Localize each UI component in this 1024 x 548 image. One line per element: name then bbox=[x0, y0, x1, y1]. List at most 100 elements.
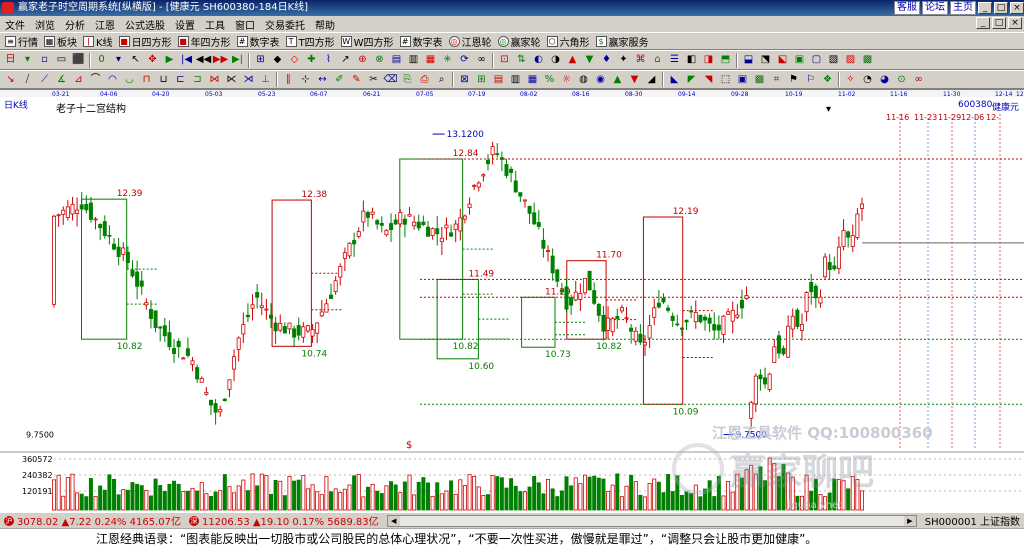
minimize-button[interactable]: _ bbox=[978, 2, 992, 14]
customer-service-link[interactable]: 客服 bbox=[894, 1, 920, 15]
play-icon[interactable]: ▶ bbox=[162, 53, 177, 68]
kline-button[interactable]: ǀ K线 bbox=[80, 33, 116, 49]
hatch-icon[interactable]: ▩ bbox=[860, 53, 875, 68]
menu-tools[interactable]: 工具 bbox=[200, 17, 230, 32]
split-icon[interactable]: ⬓ bbox=[741, 53, 756, 68]
corner-icon[interactable]: ◣ bbox=[667, 72, 682, 87]
copy-icon[interactable]: ⎘ bbox=[400, 72, 415, 87]
angle-icon[interactable]: ∡ bbox=[54, 72, 69, 87]
corner-icon[interactable]: ◢ bbox=[644, 72, 659, 87]
down-icon[interactable]: ▼ bbox=[627, 72, 642, 87]
frame-icon[interactable]: ▢ bbox=[809, 53, 824, 68]
hatch-icon[interactable]: ▩ bbox=[752, 72, 767, 87]
loop-icon[interactable]: ∞ bbox=[911, 72, 926, 87]
triangle-icon[interactable]: ⊿ bbox=[71, 72, 86, 87]
menu-window[interactable]: 窗口 bbox=[230, 17, 260, 32]
maximize-button[interactable]: □ bbox=[994, 2, 1008, 14]
flag-icon[interactable]: ⚐ bbox=[803, 72, 818, 87]
corner-icon[interactable]: ◤ bbox=[684, 72, 699, 87]
menu-analysis[interactable]: 分析 bbox=[60, 17, 90, 32]
index-selector[interactable]: SH000001 上证指数 bbox=[921, 513, 1024, 528]
cut-icon[interactable]: ✂ bbox=[366, 72, 381, 87]
menu-browse[interactable]: 浏览 bbox=[30, 17, 60, 32]
channel-icon[interactable]: ⊓ bbox=[139, 72, 154, 87]
scroll-left-icon[interactable]: ◀ bbox=[387, 515, 400, 526]
trendline-icon[interactable]: ⟋ bbox=[37, 72, 52, 87]
sun-icon[interactable]: ☼ bbox=[559, 72, 574, 87]
dropdown-icon[interactable]: ▾ bbox=[20, 53, 35, 68]
dropdown-icon[interactable]: ▾ bbox=[111, 53, 126, 68]
star-icon[interactable]: ✳ bbox=[440, 53, 455, 68]
swap-icon[interactable]: ⇅ bbox=[514, 53, 529, 68]
day-square-button[interactable]: ■ 日四方形 bbox=[116, 33, 175, 49]
zero-icon[interactable]: 0 bbox=[94, 53, 109, 68]
hatch-icon[interactable]: ▧ bbox=[826, 53, 841, 68]
list-icon[interactable]: ☰ bbox=[667, 53, 682, 68]
pie-icon[interactable]: ◕ bbox=[877, 72, 892, 87]
sh-index-status[interactable]: 沪 3078.02 ▲7.22 0.24% 4165.07亿 bbox=[0, 513, 185, 528]
menu-formula[interactable]: 公式选股 bbox=[120, 17, 170, 32]
move-icon[interactable]: ✥ bbox=[145, 53, 160, 68]
first-icon[interactable]: |◀ bbox=[179, 53, 194, 68]
up-icon[interactable]: ▲ bbox=[565, 53, 580, 68]
flag-icon[interactable]: ⚑ bbox=[786, 72, 801, 87]
cross-icon[interactable]: ⊹ bbox=[298, 72, 313, 87]
scroll-right-icon[interactable]: ▶ bbox=[903, 515, 916, 526]
square-icon[interactable]: ⬛ bbox=[71, 53, 86, 68]
curve-icon[interactable]: ◠ bbox=[105, 72, 120, 87]
find-icon[interactable]: ⌕ bbox=[434, 72, 449, 87]
channel-icon[interactable]: ⊔ bbox=[156, 72, 171, 87]
arc-icon[interactable]: ⌒ bbox=[88, 72, 103, 87]
half-icon[interactable]: ◑ bbox=[548, 53, 563, 68]
grid-icon[interactable]: ▦ bbox=[525, 72, 540, 87]
measure-icon[interactable]: ↔ bbox=[315, 72, 330, 87]
gem-icon[interactable]: ❖ bbox=[820, 72, 835, 87]
frame-icon[interactable]: ▣ bbox=[735, 72, 750, 87]
service-button[interactable]: $ 赢家服务 bbox=[593, 33, 652, 49]
menu-gann[interactable]: 江恩 bbox=[90, 17, 120, 32]
cancel-icon[interactable]: ⊗ bbox=[372, 53, 387, 68]
home-icon[interactable]: ⌂ bbox=[650, 53, 665, 68]
split-icon[interactable]: ⬒ bbox=[718, 53, 733, 68]
window-icon[interactable]: ▫ bbox=[37, 53, 52, 68]
rect-icon[interactable]: ⊏ bbox=[173, 72, 188, 87]
grid-icon[interactable]: ▦ bbox=[423, 53, 438, 68]
horizontal-scrollbar[interactable]: ◀ ▶ bbox=[386, 514, 917, 527]
gem-icon[interactable]: ♦ bbox=[599, 53, 614, 68]
layout-icon[interactable]: ▭ bbox=[54, 53, 69, 68]
corner-icon[interactable]: ◥ bbox=[701, 72, 716, 87]
number-table-button[interactable]: # 数字表 bbox=[234, 33, 283, 49]
mdi-close-button[interactable]: × bbox=[1008, 17, 1022, 29]
half-icon[interactable]: ◐ bbox=[531, 53, 546, 68]
up-icon[interactable]: ▲ bbox=[610, 72, 625, 87]
parallel-icon[interactable]: ∥ bbox=[281, 72, 296, 87]
rect-icon[interactable]: ⊐ bbox=[190, 72, 205, 87]
bars-icon[interactable]: ▤ bbox=[389, 53, 404, 68]
kline-chart[interactable]: 03-21 04-06 04-20 05-03 05-23 06-07 06-21 07-05… bbox=[0, 89, 1024, 512]
percent-icon[interactable]: % bbox=[542, 72, 557, 87]
fan-icon[interactable]: ⋈ bbox=[207, 72, 222, 87]
ray-icon[interactable]: ⧸ bbox=[20, 72, 35, 87]
spark-icon[interactable]: ✦ bbox=[616, 53, 631, 68]
menu-trade[interactable]: 交易委托 bbox=[260, 17, 310, 32]
circle-icon[interactable]: ◉ bbox=[593, 72, 608, 87]
split-icon[interactable]: ⬕ bbox=[775, 53, 790, 68]
sz-index-status[interactable]: 深 11206.53 ▲19.10 0.17% 5689.83亿 bbox=[185, 513, 383, 528]
refresh-icon[interactable]: ⟳ bbox=[457, 53, 472, 68]
hatch-icon[interactable]: ▨ bbox=[843, 53, 858, 68]
perp-icon[interactable]: ⊥ bbox=[258, 72, 273, 87]
calendar-icon[interactable]: 日 bbox=[3, 53, 18, 68]
fan-icon[interactable]: ⋊ bbox=[241, 72, 256, 87]
next-icon[interactable]: ▶▶ bbox=[213, 53, 228, 68]
target-icon[interactable]: ⊙ bbox=[894, 72, 909, 87]
print-icon[interactable]: ⎙ bbox=[417, 72, 432, 87]
pointer-icon[interactable]: ↖ bbox=[128, 53, 143, 68]
homepage-link[interactable]: 主页 bbox=[950, 1, 976, 15]
pen-icon[interactable]: ✐ bbox=[332, 72, 347, 87]
trend-icon[interactable]: ↗ bbox=[338, 53, 353, 68]
close-button[interactable]: × bbox=[1010, 2, 1024, 14]
menu-settings[interactable]: 设置 bbox=[170, 17, 200, 32]
hexagon-button[interactable]: ⬡ 六角形 bbox=[544, 33, 593, 49]
w-square-button[interactable]: W W四方形 bbox=[338, 33, 397, 49]
hash-icon[interactable]: ⌗ bbox=[769, 72, 784, 87]
